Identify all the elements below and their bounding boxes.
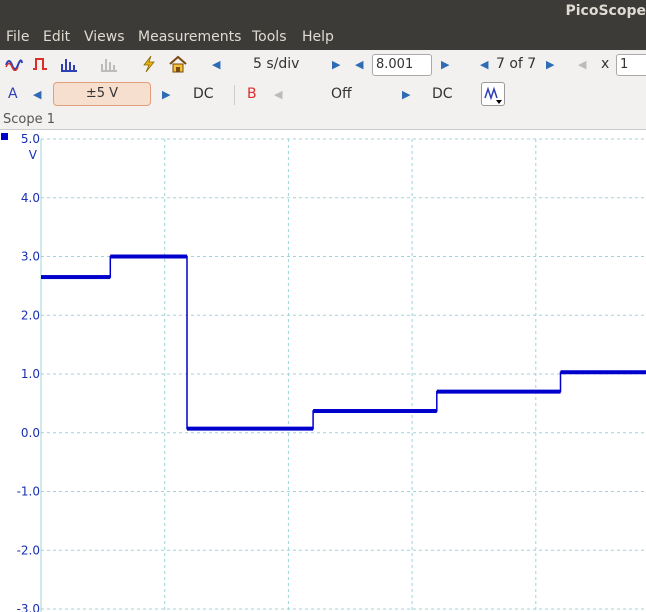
spectrum-mode-icon[interactable]: [60, 56, 78, 72]
home-icon[interactable]: [169, 55, 187, 73]
scope-tab[interactable]: Scope 1: [0, 110, 646, 130]
timebase-decrease-icon[interactable]: ◀: [212, 58, 220, 71]
y-tick-label: -3.0: [17, 602, 40, 612]
channel-separator: [234, 85, 235, 105]
menu-tools[interactable]: Tools: [252, 29, 287, 45]
scope-mode-icon[interactable]: [5, 57, 23, 71]
channel-a-range-increase-icon[interactable]: ▶: [162, 88, 170, 101]
buffer-position: 7 of 7: [496, 56, 537, 72]
samples-decrease-icon[interactable]: ◀: [355, 58, 363, 71]
zoom-input[interactable]: 1: [616, 54, 646, 76]
zoom-label: x: [601, 56, 610, 72]
channel-b-range-decrease-icon: ◀: [274, 88, 283, 101]
y-tick-label: 0.0: [21, 426, 40, 440]
buffer-previous-icon[interactable]: ◀: [480, 58, 488, 71]
plot-grid: [40, 138, 646, 612]
auto-setup-icon[interactable]: [141, 55, 157, 73]
timebase-increase-icon[interactable]: ▶: [332, 58, 340, 71]
channel-b-range[interactable]: Off: [331, 86, 352, 102]
samples-increase-icon[interactable]: ▶: [441, 58, 449, 71]
menu-file[interactable]: File: [6, 29, 29, 45]
waveform-step: [110, 254, 187, 259]
channel-a-coupling[interactable]: DC: [193, 86, 214, 102]
menu-edit[interactable]: Edit: [43, 29, 70, 45]
channel-a-trace: [41, 254, 646, 431]
channel-b-coupling[interactable]: DC: [432, 86, 453, 102]
channel-b-label: B: [247, 86, 257, 102]
y-tick-label: 1.0: [21, 367, 40, 381]
capture-toolbar: ◀ 5 s/div ▶ ◀ 8.001 kS ▶ ◀ 7 of 7 ▶ ◀ x …: [0, 50, 646, 80]
y-tick-label: -1.0: [17, 485, 40, 499]
window-title: PicoScope: [565, 3, 646, 19]
y-tick-label: 3.0: [21, 250, 40, 264]
waveform-step: [560, 370, 646, 375]
menu-bar: File Edit Views Measurements Tools Help: [0, 26, 646, 50]
waveform-step: [186, 426, 314, 431]
y-axis-unit: V: [29, 148, 38, 162]
channel-toolbar: A ◀ ±5 V ▶ DC B ◀ Off ▶ DC: [0, 80, 646, 110]
channel-a-waveform: [41, 255, 646, 430]
timebase-value[interactable]: 5 s/div: [253, 56, 299, 72]
channel-b-range-increase-icon[interactable]: ▶: [402, 88, 410, 101]
waveform-step: [436, 389, 561, 394]
channel-a-label: A: [8, 86, 18, 102]
channel-a-marker[interactable]: [1, 133, 8, 140]
waveform-step: [41, 275, 111, 280]
channel-options-button[interactable]: [481, 82, 505, 106]
samples-input[interactable]: 8.001 kS: [372, 54, 432, 76]
buffer-next-icon[interactable]: ▶: [546, 58, 554, 71]
channel-a-range-decrease-icon[interactable]: ◀: [33, 88, 41, 101]
y-tick-label: 5.0: [21, 132, 40, 146]
y-tick-label: -2.0: [17, 543, 40, 557]
menu-help[interactable]: Help: [302, 29, 334, 45]
y-tick-label: 2.0: [21, 308, 40, 322]
spectrum-disabled-icon: [101, 59, 117, 72]
channel-a-range[interactable]: ±5 V: [53, 82, 151, 106]
menu-views[interactable]: Views: [84, 29, 125, 45]
waveform-step: [313, 409, 437, 414]
scope-tab-label: Scope 1: [3, 112, 56, 127]
scope-plot[interactable]: 5.0 4.0 3.0 2.0 1.0 0.0 -1.0 -2.0 -3.0 V: [0, 130, 646, 612]
zoom-decrease-icon: ◀: [578, 58, 587, 71]
y-axis-ticks: 5.0 4.0 3.0 2.0 1.0 0.0 -1.0 -2.0 -3.0: [17, 132, 40, 612]
window-titlebar: PicoScope: [0, 0, 646, 26]
persistence-mode-icon[interactable]: [32, 57, 48, 71]
y-tick-label: 4.0: [21, 191, 40, 205]
waveform-options-icon: [484, 86, 502, 104]
menu-measurements[interactable]: Measurements: [138, 29, 241, 45]
